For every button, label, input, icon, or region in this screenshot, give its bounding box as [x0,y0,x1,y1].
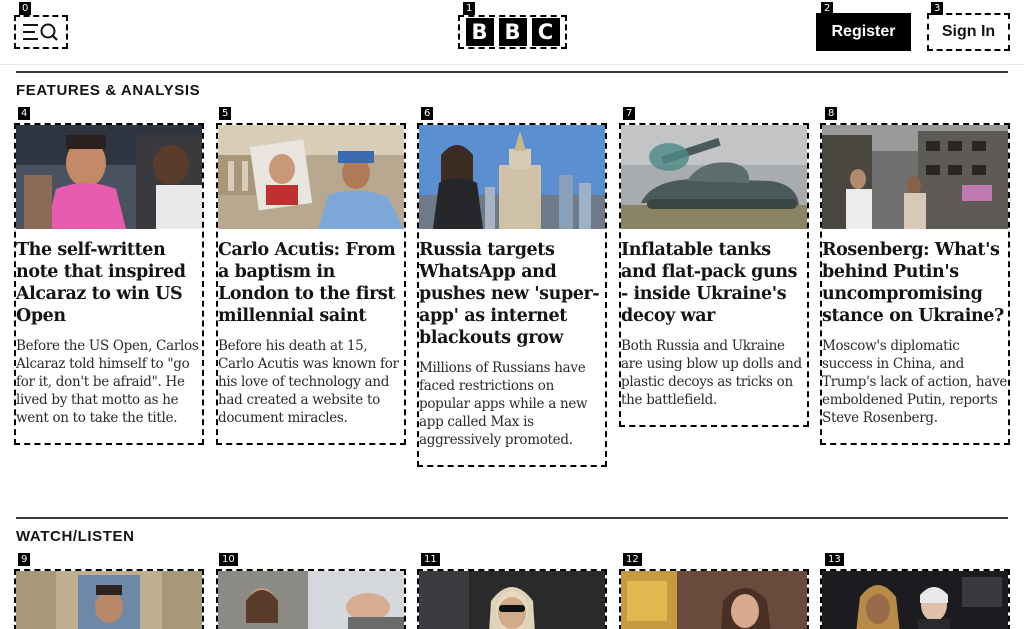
article-headline: Rosenberg: What's behind Putin's uncompr… [822,240,1004,326]
article-headline: The self-written note that inspired Alca… [16,240,186,326]
article-summary: Before the US Open, Carlos Alcaraz told … [16,338,199,426]
video-thumbnail [822,571,1008,629]
element-tag: 9 [18,553,31,566]
section-title-watch-listen: WATCH/LISTEN [16,528,135,545]
element-tag: 0 [19,2,32,15]
article-image [16,125,202,229]
element-tag: 11 [421,553,440,566]
video-thumbnail [621,571,807,629]
article-summary: Both Russia and Ukraine are using blow u… [621,338,802,408]
logo-letter: C [531,18,560,46]
menu-search-icon [23,23,58,41]
feature-card-inflatable-tanks[interactable]: Inflatable tanks and flat-pack guns - in… [619,123,809,427]
element-tag: 6 [421,107,434,120]
element-tag: 5 [219,107,232,120]
watch-card[interactable] [417,569,607,629]
element-tag: 13 [825,553,844,566]
section-divider [16,71,1008,73]
section-divider [16,517,1008,519]
element-tag: 10 [219,553,238,566]
logo-letter: B [498,18,527,46]
watch-card[interactable] [619,569,809,629]
section-title-features: FEATURES & ANALYSIS [16,82,201,99]
watch-card[interactable] [216,569,406,629]
watch-card[interactable] [14,569,204,629]
logo-letter: B [465,18,494,46]
top-navigation-bar: 0 1 B B C 2 Register 3 Sign In [0,0,1024,65]
menu-search-button[interactable] [14,15,68,49]
element-tag: 7 [623,107,636,120]
element-tag: 4 [18,107,31,120]
element-tag: 3 [931,2,944,15]
article-headline: Inflatable tanks and flat-pack guns - in… [621,240,798,326]
feature-card-russia-whatsapp[interactable]: Russia targets WhatsApp and pushes new '… [417,123,607,467]
article-summary: Millions of Russians have faced restrict… [419,360,588,448]
feature-card-acutis[interactable]: Carlo Acutis: From a baptism in London t… [216,123,406,445]
bbc-logo[interactable]: B B C [458,15,567,49]
article-headline: Carlo Acutis: From a baptism in London t… [218,240,396,326]
video-thumbnail [218,571,404,629]
article-image [621,125,807,229]
element-tag: 2 [821,2,834,15]
article-headline: Russia targets WhatsApp and pushes new '… [419,240,600,348]
video-thumbnail [419,571,605,629]
article-image [218,125,404,229]
element-tag: 12 [623,553,642,566]
article-summary: Before his death at 15, Carlo Acutis was… [218,338,399,426]
register-button[interactable]: Register [816,13,911,51]
article-image [419,125,605,229]
sign-in-button[interactable]: Sign In [927,13,1010,51]
element-tag: 1 [463,2,476,15]
element-tag: 8 [825,107,838,120]
watch-card[interactable] [820,569,1010,629]
feature-card-rosenberg[interactable]: Rosenberg: What's behind Putin's uncompr… [820,123,1010,445]
article-image [822,125,1008,229]
article-summary: Moscow's diplomatic success in China, an… [822,338,1008,426]
feature-card-alcaraz[interactable]: The self-written note that inspired Alca… [14,123,204,445]
video-thumbnail [16,571,202,629]
